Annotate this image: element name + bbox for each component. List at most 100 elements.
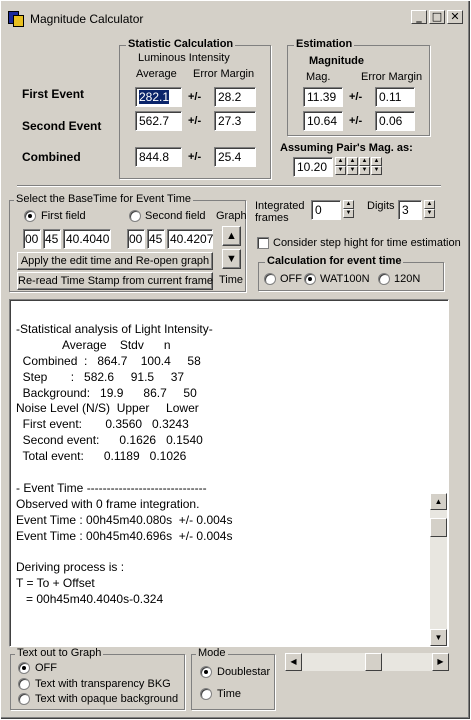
- horizontal-scrollbar[interactable]: ◀ ▶: [285, 653, 449, 671]
- digits-field[interactable]: 3: [398, 200, 422, 220]
- output-text-area[interactable]: -Statistical analysis of Light Intensity…: [9, 299, 449, 647]
- calc-120n-radio[interactable]: [378, 273, 390, 285]
- pair-mag-spinner-1[interactable]: ▲ ▼: [335, 157, 346, 175]
- arrow-up-icon[interactable]: ▲: [371, 157, 382, 166]
- output-line: T = To + Offset: [16, 576, 95, 591]
- step-height-checkbox[interactable]: [257, 237, 269, 249]
- pair-mag-spinner-4[interactable]: ▲ ▼: [371, 157, 382, 175]
- output-line: Step : 582.6 91.5 37: [16, 369, 185, 384]
- arrow-down-icon[interactable]: ▼: [343, 209, 354, 218]
- arrow-up-icon[interactable]: ▲: [359, 157, 370, 166]
- second-mag-error-field[interactable]: 0.06: [375, 111, 415, 131]
- combined-average-field[interactable]: 844.8: [135, 147, 182, 167]
- first-field-radio[interactable]: [24, 210, 36, 222]
- calc-120n-label: 120N: [394, 273, 421, 285]
- calc-event-time-title: Calculation for event time: [265, 255, 404, 267]
- second-error-field[interactable]: 27.3: [214, 111, 256, 131]
- integrated-frames-spinner[interactable]: ▲ ▼: [343, 200, 354, 218]
- minimize-button[interactable]: _: [411, 10, 427, 24]
- integrated-frames-field[interactable]: 0: [311, 200, 341, 220]
- mag-column-label: Mag.: [306, 71, 331, 83]
- assuming-pair-mag-label: Assuming Pair's Mag. as:: [280, 142, 413, 154]
- pair-mag-spinner-3[interactable]: ▲ ▼: [359, 157, 370, 175]
- arrow-down-icon: ▼: [226, 253, 237, 265]
- output-line: = 00h45m40.4040s-0.324: [16, 592, 164, 607]
- output-line: Combined : 864.7 100.4 58: [16, 353, 201, 368]
- second-hour-field[interactable]: 00: [127, 229, 145, 249]
- graph-up-button[interactable]: ▲: [222, 226, 241, 246]
- digits-spinner[interactable]: ▲ ▼: [424, 200, 435, 218]
- textout-opaque-radio[interactable]: [18, 693, 30, 705]
- mode-time-radio[interactable]: [200, 688, 212, 700]
- mode-doublestar-radio[interactable]: [200, 666, 212, 678]
- arrow-up-icon[interactable]: ▲: [335, 157, 346, 166]
- combined-error-field[interactable]: 25.4: [214, 147, 256, 167]
- pair-mag-spinner-2[interactable]: ▲ ▼: [347, 157, 358, 175]
- calc-off-label: OFF: [280, 273, 302, 285]
- basetime-title: Select the BaseTime for Event Time: [14, 193, 194, 205]
- graph-down-button[interactable]: ▼: [222, 249, 241, 269]
- output-line: Event Time : 00h45m40.696s +/- 0.004s: [16, 528, 233, 543]
- textout-transparent-radio[interactable]: [18, 678, 30, 690]
- pair-mag-field[interactable]: 10.20: [293, 157, 333, 177]
- first-mag-error-field[interactable]: 0.11: [375, 87, 415, 107]
- second-average-field[interactable]: 562.7: [135, 111, 182, 131]
- textout-off-radio[interactable]: [18, 662, 30, 674]
- output-line: Average Stdv n: [16, 337, 171, 352]
- arrow-left-icon: ◀: [290, 657, 297, 666]
- output-lines: -Statistical analysis of Light Intensity…: [16, 322, 426, 608]
- separator: [17, 185, 441, 187]
- apply-edit-time-button[interactable]: Apply the edit time and Re-open graph: [17, 252, 213, 270]
- arrow-up-icon[interactable]: ▲: [347, 157, 358, 166]
- first-event-label: First Event: [22, 87, 85, 101]
- output-line: Second event: 0.1626 0.1540: [16, 433, 203, 448]
- arrow-down-icon[interactable]: ▼: [335, 166, 346, 175]
- mode-time-label: Time: [217, 688, 242, 700]
- first-error-field[interactable]: 28.2: [214, 87, 256, 107]
- reread-timestamp-button[interactable]: Re-read Time Stamp from current frame: [17, 272, 213, 290]
- first-hour-field[interactable]: 00: [23, 229, 41, 249]
- first-average-value: 282.1: [139, 90, 170, 104]
- first-mag-field[interactable]: 11.39: [303, 87, 343, 107]
- output-line: Total event: 0.1189 0.1026: [16, 449, 187, 464]
- first-average-field[interactable]: 282.1: [135, 87, 182, 107]
- arrow-up-icon[interactable]: ▲: [424, 200, 435, 209]
- arrow-down-icon[interactable]: ▼: [359, 166, 370, 175]
- calc-wat100n-label: WAT100N: [320, 273, 370, 285]
- output-line: Event Time : 00h45m40.080s +/- 0.004s: [16, 512, 233, 527]
- plus-minus-label: +/-: [188, 151, 202, 163]
- calc-off-radio[interactable]: [264, 273, 276, 285]
- scroll-left-button[interactable]: ◀: [285, 653, 302, 671]
- scroll-thumb[interactable]: [365, 653, 383, 671]
- textout-off-label: OFF: [35, 662, 57, 674]
- output-line: Observed with 0 frame integration.: [16, 496, 200, 511]
- output-line: - Event Time ---------------------------…: [16, 480, 207, 495]
- combined-label: Combined: [22, 150, 81, 164]
- close-button[interactable]: ✕: [447, 10, 463, 24]
- second-minute-field[interactable]: 45: [147, 229, 165, 249]
- title-bar[interactable]: Magnitude Calculator _ □ ✕: [4, 4, 467, 33]
- second-field-radio[interactable]: [129, 210, 141, 222]
- output-vertical-scrollbar[interactable]: ▲ ▼: [430, 493, 447, 646]
- scroll-up-button[interactable]: ▲: [430, 493, 447, 510]
- second-mag-field[interactable]: 10.64: [303, 111, 343, 131]
- output-line: Noise Level (N/S) Upper Lower: [16, 401, 199, 416]
- scroll-down-button[interactable]: ▼: [430, 629, 447, 646]
- first-minute-field[interactable]: 45: [43, 229, 61, 249]
- first-second-field[interactable]: 40.4040: [63, 229, 111, 249]
- arrow-down-icon[interactable]: ▼: [424, 209, 435, 218]
- arrow-down-icon: ▼: [434, 633, 443, 642]
- arrow-down-icon[interactable]: ▼: [347, 166, 358, 175]
- calc-wat100n-radio[interactable]: [304, 273, 316, 285]
- scroll-thumb[interactable]: [430, 518, 447, 537]
- arrow-up-icon[interactable]: ▲: [343, 200, 354, 209]
- plus-minus-label: +/-: [188, 115, 202, 127]
- plus-minus-label: +/-: [349, 91, 363, 103]
- second-second-field[interactable]: 40.4207: [167, 229, 213, 249]
- scroll-right-button[interactable]: ▶: [432, 653, 449, 671]
- plus-minus-label: +/-: [349, 115, 363, 127]
- arrow-down-icon[interactable]: ▼: [371, 166, 382, 175]
- second-event-label: Second Event: [22, 119, 102, 133]
- output-line: -Statistical analysis of Light Intensity…: [16, 322, 213, 336]
- maximize-button[interactable]: □: [429, 10, 445, 24]
